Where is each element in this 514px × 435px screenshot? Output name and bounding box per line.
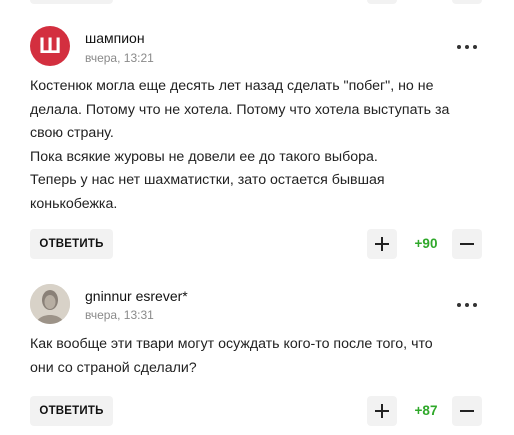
comment-text: Как вообще эти твари могут осуждать кого… <box>30 333 490 380</box>
reply-button[interactable]: ОТВЕТИТЬ <box>30 396 113 426</box>
comment-text-line: делала. Потому что не хотела. Потому что… <box>30 101 450 118</box>
plus-icon <box>375 237 389 251</box>
previous-downvote-button[interactable] <box>452 0 482 4</box>
vote-score: +87 <box>414 403 438 418</box>
downvote-button[interactable] <box>452 229 482 259</box>
comment-text-line: они со страной сделали? <box>30 359 197 376</box>
upvote-button[interactable] <box>367 396 397 426</box>
comment-date: вчера, 13:21 <box>85 51 154 65</box>
comment-text-line: свою страну. <box>30 125 114 141</box>
avatar[interactable] <box>30 284 70 324</box>
upvote-button[interactable] <box>367 229 397 259</box>
minus-icon <box>460 410 474 412</box>
comment-text-line: Как вообще эти твари могут осуждать кого… <box>30 336 433 352</box>
reply-button[interactable]: ОТВЕТИТЬ <box>30 229 113 259</box>
avatar-letter: Ш <box>38 33 62 58</box>
more-dots-icon[interactable] <box>457 300 477 310</box>
comment-text-line: Теперь у нас нет шахматистки, зато остае… <box>30 172 385 188</box>
comment-date: вчера, 13:31 <box>85 308 154 322</box>
previous-comment-actions <box>0 0 514 6</box>
vote-score: +90 <box>414 236 438 251</box>
plus-icon <box>375 404 389 418</box>
comment-author[interactable]: gninnur esrever* <box>85 288 188 304</box>
comment-text-line: Костенюк могла еще десять лет назад сдел… <box>30 78 434 94</box>
comment-text-line: Пока всякие журовы не довели ее до таког… <box>30 148 378 165</box>
more-dots-icon[interactable] <box>457 42 477 52</box>
comment-text-line: конькобежка. <box>30 195 118 212</box>
previous-reply-button[interactable] <box>30 0 113 4</box>
previous-upvote-button[interactable] <box>367 0 397 4</box>
downvote-button[interactable] <box>452 396 482 426</box>
minus-icon <box>460 243 474 245</box>
comment-author[interactable]: шампион <box>85 30 145 46</box>
avatar[interactable]: Ш <box>30 26 70 66</box>
comment-text: Костенюк могла еще десять лет назад сдел… <box>30 75 490 216</box>
user-photo-icon <box>30 284 70 324</box>
